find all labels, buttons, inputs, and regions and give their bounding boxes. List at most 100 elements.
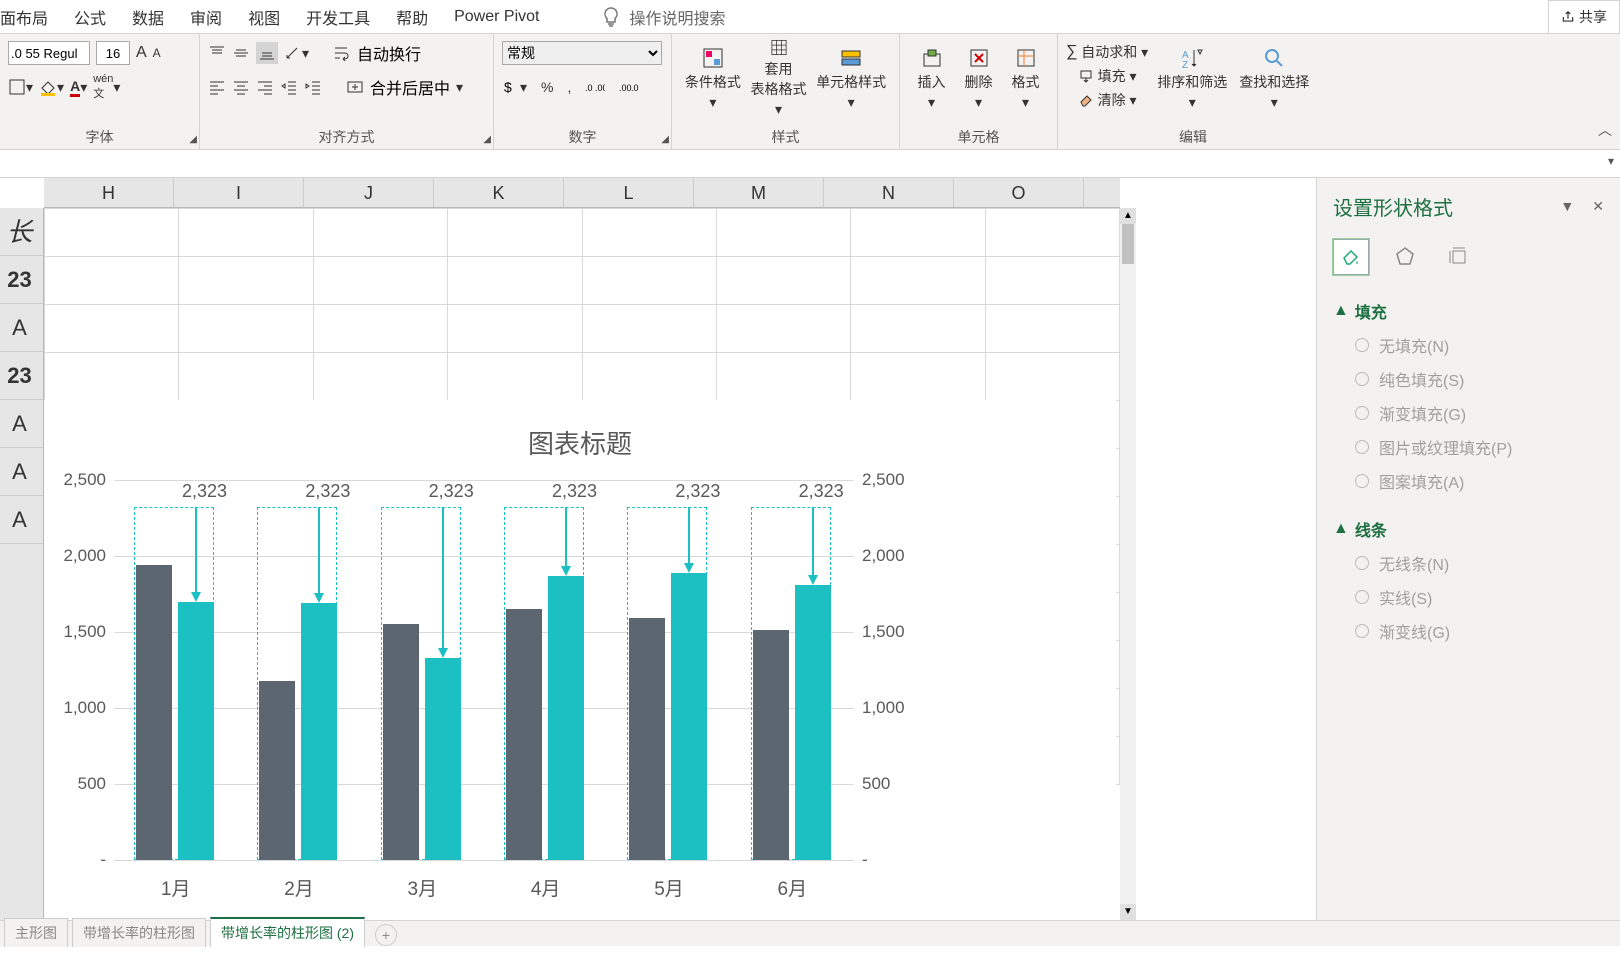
font-color-button[interactable]: A▾	[70, 78, 87, 97]
row-cell: 长	[0, 208, 43, 256]
col-header[interactable]: O	[954, 178, 1084, 207]
tab-pagelayout[interactable]: 面布局	[0, 5, 48, 29]
currency-icon: $	[502, 78, 520, 96]
sort-filter-button[interactable]: AZ 排序和筛选▾	[1154, 38, 1230, 118]
col-header[interactable]: N	[824, 178, 954, 207]
comma-style-button[interactable]: ,	[567, 79, 571, 95]
sheet-tab[interactable]: 主形图	[4, 918, 68, 947]
orientation-button[interactable]: ▾	[284, 44, 309, 62]
fill-option[interactable]: 图片或纹理填充(P)	[1355, 435, 1604, 459]
effects-tab[interactable]	[1387, 239, 1423, 275]
increase-indent-button[interactable]	[304, 78, 322, 96]
pentagon-icon	[1393, 245, 1417, 269]
sheet-tab[interactable]: 带增长率的柱形图 (2)	[210, 917, 365, 947]
tab-data[interactable]: 数据	[132, 5, 164, 29]
vertical-scrollbar[interactable]: ▲ ▼	[1120, 208, 1136, 920]
align-top-button[interactable]	[208, 44, 226, 62]
col-header[interactable]: L	[564, 178, 694, 207]
fill-option[interactable]: 渐变填充(G)	[1355, 401, 1604, 425]
cell-styles-button[interactable]: 单元格样式▾	[811, 38, 891, 118]
merge-dropdown[interactable]: ▾	[456, 79, 463, 96]
tab-powerpivot[interactable]: Power Pivot	[454, 8, 539, 26]
decrease-decimal-button[interactable]: .00.0	[619, 80, 639, 94]
chart-title[interactable]: 图表标题	[44, 424, 1116, 461]
share-label: 共享	[1579, 7, 1607, 27]
fill-button[interactable]: 填充 ▾	[1066, 66, 1148, 86]
tab-dev[interactable]: 开发工具	[306, 5, 370, 29]
scroll-thumb[interactable]	[1122, 224, 1134, 264]
cell-styles-icon	[839, 46, 863, 70]
delete-icon	[967, 46, 991, 70]
format-button[interactable]: 格式▾	[1002, 38, 1049, 118]
percent-button[interactable]: %	[541, 79, 553, 95]
borders-button[interactable]: ▾	[8, 78, 33, 96]
svg-text:.00: .00	[595, 83, 605, 93]
tell-me-search[interactable]: 操作说明搜索	[599, 5, 725, 29]
col-header[interactable]: K	[434, 178, 564, 207]
align-dialog-launcher[interactable]: ◢	[483, 134, 491, 145]
tell-me-label: 操作说明搜索	[629, 5, 725, 29]
col-header[interactable]: J	[304, 178, 434, 207]
share-button[interactable]: 共享	[1548, 0, 1620, 34]
svg-text:.0: .0	[585, 83, 593, 93]
fill-color-button[interactable]: ▾	[39, 78, 64, 96]
fill-option[interactable]: 无填充(N)	[1355, 333, 1604, 357]
table-format-icon	[767, 38, 791, 57]
col-header[interactable]: I	[174, 178, 304, 207]
fill-option[interactable]: 纯色填充(S)	[1355, 367, 1604, 391]
close-pane-button[interactable]: ✕	[1592, 198, 1604, 215]
number-dialog-launcher[interactable]: ◢	[661, 134, 669, 145]
tab-review[interactable]: 审阅	[190, 5, 222, 29]
col-header[interactable]: H	[44, 178, 174, 207]
pane-options-button[interactable]: ▼	[1560, 198, 1574, 215]
accounting-format-button[interactable]: $▾	[502, 78, 527, 96]
fill-option[interactable]: 图案填充(A)	[1355, 469, 1604, 493]
fill-section-head[interactable]: ▲ 填充	[1333, 299, 1604, 323]
scroll-up-button[interactable]: ▲	[1120, 208, 1136, 224]
align-bottom-button[interactable]	[256, 42, 278, 64]
size-tab[interactable]	[1441, 239, 1477, 275]
font-size-input[interactable]	[96, 41, 130, 65]
tab-help[interactable]: 帮助	[396, 5, 428, 29]
align-right-button[interactable]	[256, 78, 274, 96]
merge-center-button[interactable]	[346, 78, 364, 96]
number-format-select[interactable]: 常规	[502, 41, 662, 65]
autosum-button[interactable]: ∑ 自动求和 ▾	[1066, 42, 1148, 62]
formula-bar[interactable]: ▾	[0, 150, 1620, 178]
find-select-button[interactable]: 查找和选择▾	[1236, 38, 1312, 118]
tab-view[interactable]: 视图	[248, 5, 280, 29]
line-option[interactable]: 实线(S)	[1355, 585, 1604, 609]
new-sheet-button[interactable]: +	[375, 924, 397, 946]
line-option[interactable]: 渐变线(G)	[1355, 619, 1604, 643]
wrap-text-button[interactable]	[333, 44, 351, 62]
clear-button[interactable]: 清除 ▾	[1066, 90, 1148, 110]
decrease-indent-button[interactable]	[280, 78, 298, 96]
format-table-button[interactable]: 套用 表格格式▾	[746, 38, 812, 118]
plot-area[interactable]: -5001,0001,5002,0002,5002,3231月2,3232月2,…	[114, 480, 854, 860]
font-name-input[interactable]	[8, 41, 90, 65]
decrease-font-button[interactable]: A	[153, 46, 161, 60]
row-cell: 23	[0, 256, 43, 304]
tab-formulas[interactable]: 公式	[74, 5, 106, 29]
font-dialog-launcher[interactable]: ◢	[189, 134, 197, 145]
svg-text:Z: Z	[1182, 60, 1188, 70]
line-section-head[interactable]: ▲ 线条	[1333, 517, 1604, 541]
sheet-tab[interactable]: 带增长率的柱形图	[72, 918, 206, 947]
increase-decimal-button[interactable]: .0.00	[585, 80, 605, 94]
formula-bar-expand[interactable]: ▾	[1608, 154, 1614, 168]
conditional-format-button[interactable]: 条件格式▾	[680, 38, 746, 118]
align-center-button[interactable]	[232, 78, 250, 96]
collapse-ribbon-button[interactable]: ︿	[1598, 120, 1612, 140]
fill-line-tab[interactable]	[1333, 239, 1369, 275]
align-left-button[interactable]	[208, 78, 226, 96]
phonetic-button[interactable]: wén文▾	[93, 73, 120, 101]
increase-font-button[interactable]: A	[136, 44, 147, 62]
orientation-icon	[284, 44, 302, 62]
col-header[interactable]: M	[694, 178, 824, 207]
delete-button[interactable]: 删除▾	[955, 38, 1002, 118]
chart-object[interactable]: 图表标题 -5001,0001,5002,0002,5002,3231月2,32…	[44, 400, 1116, 958]
scroll-down-button[interactable]: ▼	[1120, 904, 1136, 920]
line-option[interactable]: 无线条(N)	[1355, 551, 1604, 575]
insert-button[interactable]: 插入▾	[908, 38, 955, 118]
align-middle-button[interactable]	[232, 44, 250, 62]
